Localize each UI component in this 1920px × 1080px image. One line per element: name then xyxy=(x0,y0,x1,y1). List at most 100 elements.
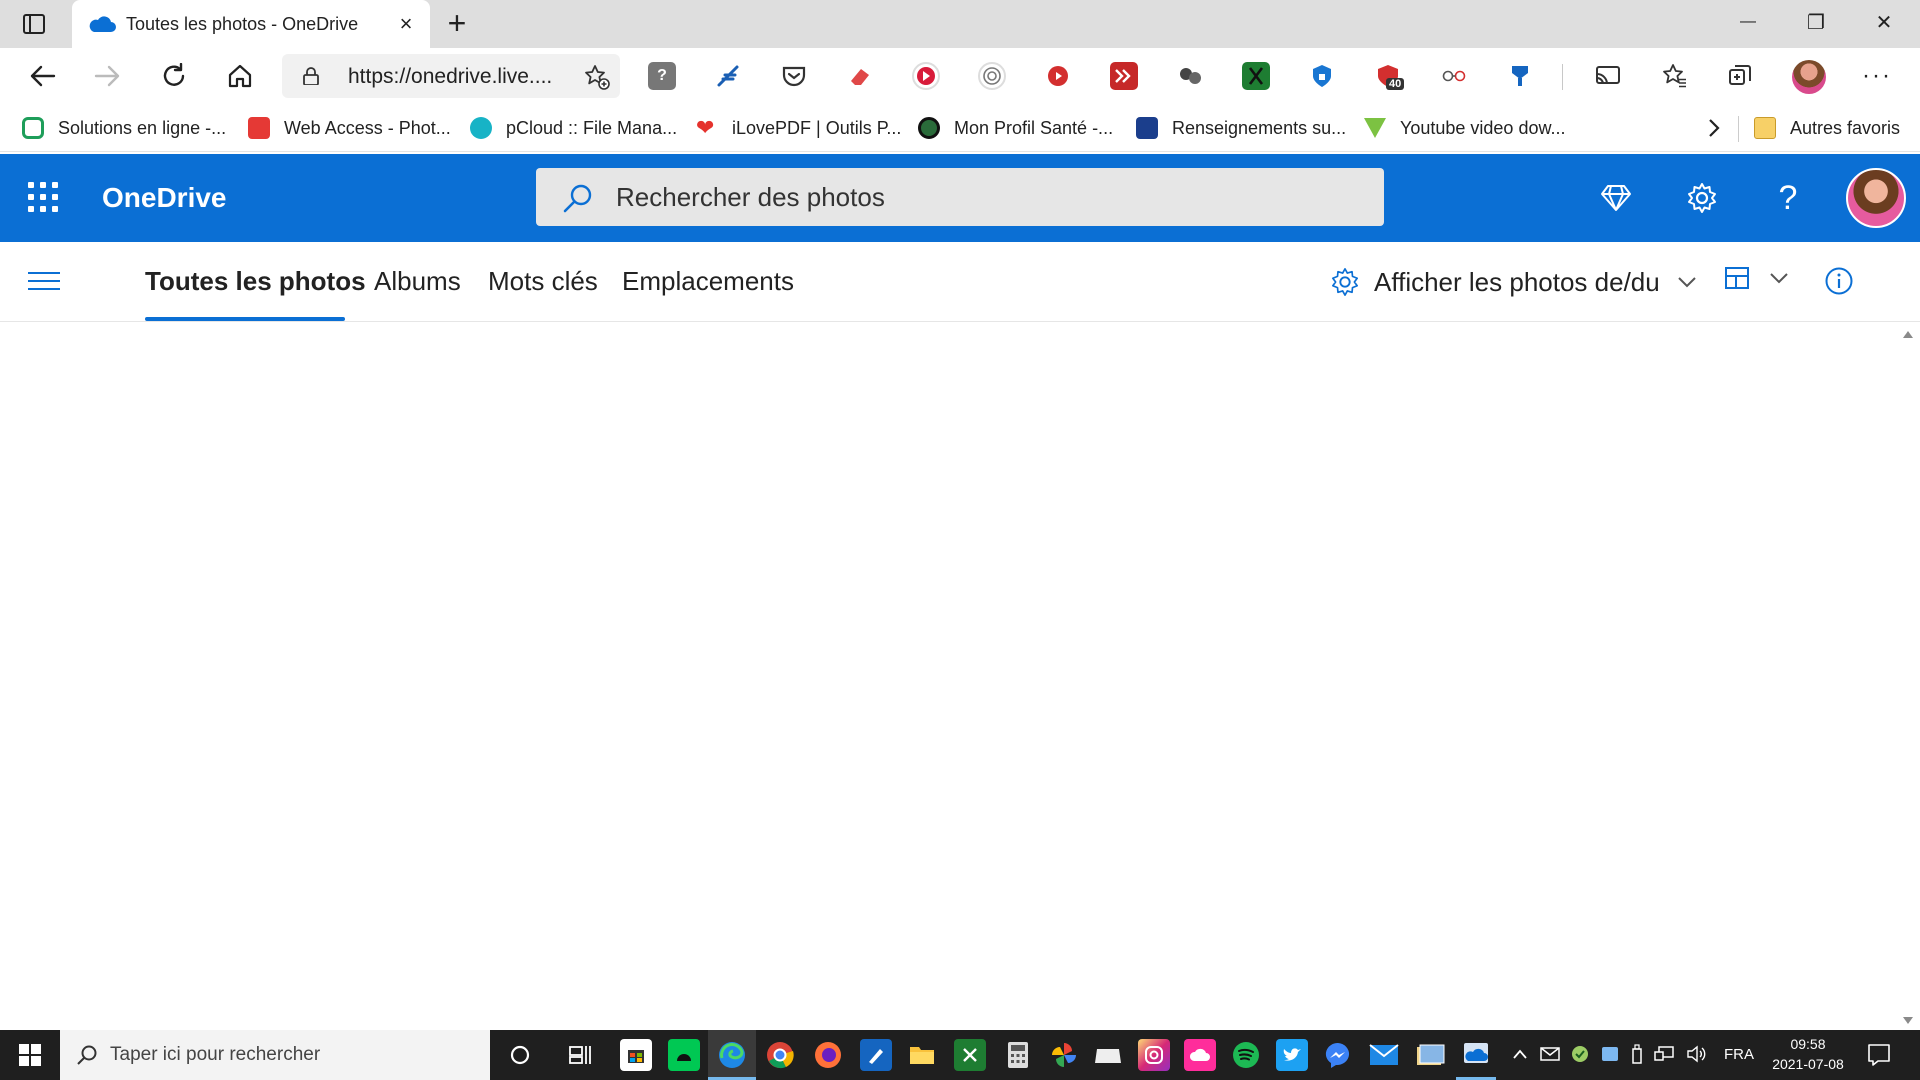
view-options-button[interactable] xyxy=(1724,266,1790,290)
editor-app-icon[interactable] xyxy=(860,1039,892,1071)
search-input[interactable] xyxy=(616,178,1356,216)
photo-search-box[interactable] xyxy=(536,168,1384,226)
window-minimize-button[interactable]: — xyxy=(1714,0,1782,44)
info-icon[interactable] xyxy=(1824,266,1854,296)
browser-tab-onedrive[interactable]: Toutes les photos - OneDrive × xyxy=(72,0,430,48)
tray-volume-icon[interactable] xyxy=(1686,1045,1708,1063)
spotify-icon[interactable] xyxy=(1230,1039,1262,1071)
bookmark-item[interactable]: Renseignements su... xyxy=(1136,114,1346,142)
tray-network-icon[interactable] xyxy=(1654,1045,1676,1063)
cloud-upload-app-icon[interactable] xyxy=(1184,1039,1216,1071)
bookmark-item[interactable]: ❤ iLovePDF | Outils P... xyxy=(696,114,901,142)
home-button[interactable] xyxy=(222,60,258,92)
tab-all-photos[interactable]: Toutes les photos xyxy=(145,266,366,297)
keyboard-app-icon[interactable] xyxy=(1092,1039,1124,1071)
start-button[interactable] xyxy=(0,1030,60,1080)
browser-profile-avatar[interactable] xyxy=(1792,60,1826,94)
file-explorer-icon[interactable] xyxy=(906,1039,938,1071)
tray-overflow-chevron-icon[interactable] xyxy=(1512,1048,1528,1060)
extension-youtube-icon[interactable] xyxy=(1044,62,1072,90)
bookmark-item[interactable]: Solutions en ligne -... xyxy=(22,114,226,142)
tray-language-indicator[interactable]: FRA xyxy=(1724,1046,1754,1063)
extension-help-icon[interactable]: ? xyxy=(648,62,676,90)
premium-button[interactable] xyxy=(1594,176,1638,220)
new-tab-button[interactable]: + xyxy=(442,7,472,39)
tab-places[interactable]: Emplacements xyxy=(622,266,794,297)
instagram-icon[interactable] xyxy=(1138,1039,1170,1071)
add-favorite-icon[interactable] xyxy=(584,64,610,90)
page-scrollbar[interactable] xyxy=(1896,323,1920,1030)
chrome-browser-icon[interactable] xyxy=(764,1039,796,1071)
messenger-icon[interactable] xyxy=(1322,1039,1354,1071)
collections-button[interactable] xyxy=(1726,62,1754,90)
extension-password-icon[interactable] xyxy=(1308,62,1336,90)
tray-cloud-icon[interactable] xyxy=(1600,1045,1620,1063)
clock-time: 09:58 xyxy=(1790,1036,1826,1052)
tab-actions-button[interactable] xyxy=(18,10,50,38)
health-profile-icon xyxy=(918,117,940,139)
photo-source-filter[interactable]: Afficher les photos de/du xyxy=(1330,264,1698,300)
extension-eraser-icon[interactable] xyxy=(846,62,874,90)
tray-security-icon[interactable] xyxy=(1570,1044,1590,1064)
bookmark-item[interactable]: Web Access - Phot... xyxy=(248,114,451,142)
extension-trophy-icon[interactable] xyxy=(1506,62,1534,90)
extension-glasses-icon[interactable] xyxy=(1440,62,1468,90)
photo-app-icon[interactable] xyxy=(1414,1039,1446,1071)
store-app-icon[interactable] xyxy=(620,1039,652,1071)
extension-quill-icon[interactable] xyxy=(714,62,742,90)
tray-mail-icon[interactable] xyxy=(1540,1046,1560,1062)
app-launcher-waffle-icon[interactable] xyxy=(28,182,58,212)
spreadsheet-app-icon[interactable] xyxy=(954,1039,986,1071)
action-center-icon[interactable] xyxy=(1866,1042,1892,1068)
pinwheel-app-icon[interactable] xyxy=(1048,1039,1080,1071)
scroll-down-arrow-icon[interactable] xyxy=(1903,1017,1913,1024)
bookmark-item[interactable]: Youtube video dow... xyxy=(1364,114,1565,142)
tab-tags[interactable]: Mots clés xyxy=(488,266,598,297)
edge-browser-icon[interactable] xyxy=(716,1039,748,1071)
other-favorites-folder[interactable]: Autres favoris xyxy=(1754,114,1900,142)
bookmark-item[interactable]: pCloud :: File Mana... xyxy=(470,114,677,142)
favorites-button[interactable] xyxy=(1660,62,1688,90)
account-avatar[interactable] xyxy=(1846,168,1906,228)
refresh-button[interactable] xyxy=(156,60,192,92)
scroll-up-arrow-icon[interactable] xyxy=(1903,331,1913,338)
window-close-button[interactable]: ✕ xyxy=(1850,0,1918,44)
forward-button[interactable] xyxy=(90,60,126,92)
firefox-browser-icon[interactable] xyxy=(812,1039,844,1071)
window-restore-button[interactable]: ❐ xyxy=(1782,0,1850,44)
calculator-icon[interactable] xyxy=(1002,1039,1034,1071)
back-button[interactable] xyxy=(24,60,60,92)
bookmarks-overflow-chevron-icon[interactable] xyxy=(1702,116,1726,140)
settings-button[interactable] xyxy=(1680,176,1724,220)
help-button[interactable]: ? xyxy=(1766,176,1810,220)
search-icon xyxy=(563,184,592,213)
navigation-menu-hamburger-icon[interactable] xyxy=(28,272,60,292)
taskbar-clock[interactable]: 09:58 2021-07-08 xyxy=(1768,1034,1848,1074)
extension-record-icon[interactable] xyxy=(912,62,940,90)
toolbar-separator xyxy=(1562,64,1563,90)
extension-dots-icon[interactable] xyxy=(1176,62,1204,90)
url-text[interactable]: https://onedrive.live.... xyxy=(348,65,552,89)
taskbar-search-box[interactable]: Taper ici pour rechercher xyxy=(60,1030,490,1080)
extension-excel-icon[interactable] xyxy=(1242,62,1270,90)
bookmark-item[interactable]: Mon Profil Santé -... xyxy=(918,114,1113,142)
address-bar[interactable]: https://onedrive.live.... xyxy=(282,54,620,98)
quebec-flag-icon xyxy=(1136,117,1158,139)
twitter-icon[interactable] xyxy=(1276,1039,1308,1071)
tray-usb-icon[interactable] xyxy=(1630,1043,1644,1065)
extension-fingerprint-icon[interactable] xyxy=(978,62,1006,90)
extension-pocket-icon[interactable] xyxy=(780,62,808,90)
onedrive-taskbar-icon[interactable] xyxy=(1460,1039,1492,1071)
extension-shield-badge-icon[interactable]: 40 xyxy=(1374,62,1405,90)
onedrive-brand[interactable]: OneDrive xyxy=(102,182,227,214)
browser-more-menu[interactable]: ··· xyxy=(1862,62,1892,90)
task-view-icon[interactable] xyxy=(564,1039,596,1071)
cortana-icon[interactable] xyxy=(504,1039,536,1071)
tab-title: Toutes les photos - OneDrive xyxy=(126,14,359,34)
tab-albums[interactable]: Albums xyxy=(374,266,461,297)
android-app-icon[interactable] xyxy=(668,1039,700,1071)
extension-forward-icon[interactable] xyxy=(1110,62,1138,90)
tab-close-icon[interactable]: × xyxy=(394,12,418,36)
cast-button[interactable] xyxy=(1594,62,1622,90)
mail-app-icon[interactable] xyxy=(1368,1039,1400,1071)
